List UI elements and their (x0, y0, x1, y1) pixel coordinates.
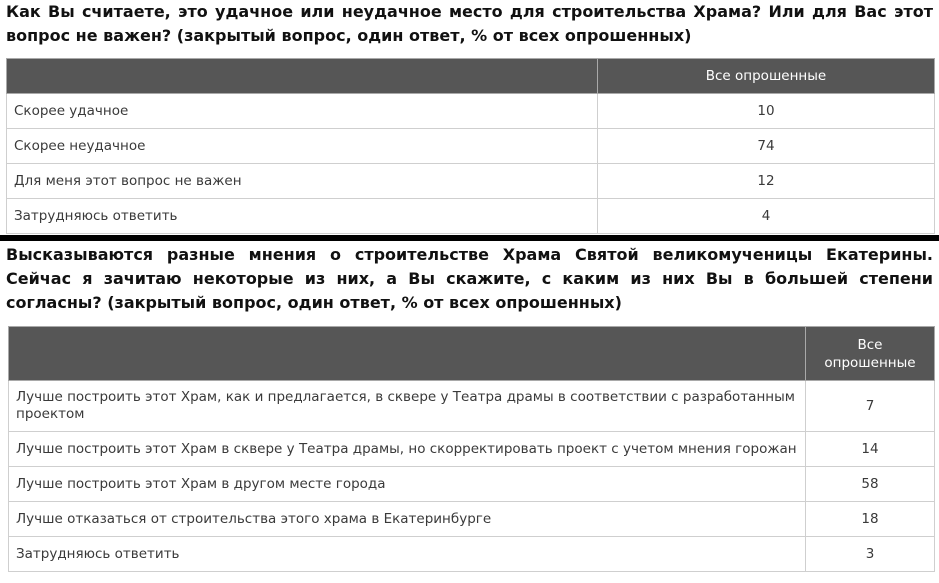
question-2-title: Высказываются разные мнения о строительс… (6, 245, 933, 312)
table-row: Для меня этот вопрос не важен 12 (6, 163, 935, 199)
answer-percent: 74 (597, 128, 935, 164)
answer-percent: 18 (805, 501, 935, 537)
table-row: Затрудняюсь ответить 4 (6, 198, 935, 234)
table-row: Затрудняюсь ответить 3 (8, 536, 935, 572)
table-row: Лучше отказаться от строительства этого … (8, 501, 935, 537)
answer-label: Затрудняюсь ответить (6, 198, 598, 234)
answer-column-header (8, 326, 806, 381)
table-row: Лучше построить этот Храм в другом месте… (8, 466, 935, 502)
answer-percent: 58 (805, 466, 935, 502)
results-table-2: Все опрошенные Лучше построить этот Храм… (8, 326, 935, 572)
answer-label: Лучше отказаться от строительства этого … (8, 501, 806, 537)
table-row: Лучше построить этот Храм в сквере у Теа… (8, 431, 935, 467)
answer-label: Затрудняюсь ответить (8, 536, 806, 572)
answer-percent: 4 (597, 198, 935, 234)
table-row: Скорее удачное 10 (6, 93, 935, 129)
question-1-title: Как Вы считаете, это удачное или неудачн… (6, 2, 933, 45)
answer-percent: 7 (805, 380, 935, 432)
answer-percent: 12 (597, 163, 935, 199)
section-divider (0, 235, 939, 241)
table-row: Лучше построить этот Храм, как и предлаг… (8, 380, 935, 432)
all-respondents-column-header: Все опрошенные (597, 58, 935, 94)
answer-label: Лучше построить этот Храм в сквере у Теа… (8, 431, 806, 467)
answer-label: Скорее неудачное (6, 128, 598, 164)
answer-label: Для меня этот вопрос не важен (6, 163, 598, 199)
table-row: Скорее неудачное 74 (6, 128, 935, 164)
all-respondents-column-header: Все опрошенные (805, 326, 935, 381)
answer-percent: 14 (805, 431, 935, 467)
answer-label: Скорее удачное (6, 93, 598, 129)
answer-label: Лучше построить этот Храм в другом месте… (8, 466, 806, 502)
results-table-1: Все опрошенные Скорее удачное 10 Скорее … (6, 58, 935, 234)
answer-percent: 3 (805, 536, 935, 572)
table-header-row: Все опрошенные (6, 58, 935, 94)
answer-percent: 10 (597, 93, 935, 129)
answer-column-header (6, 58, 598, 94)
answer-label: Лучше построить этот Храм, как и предлаг… (8, 380, 806, 432)
table-header-row: Все опрошенные (8, 326, 935, 381)
